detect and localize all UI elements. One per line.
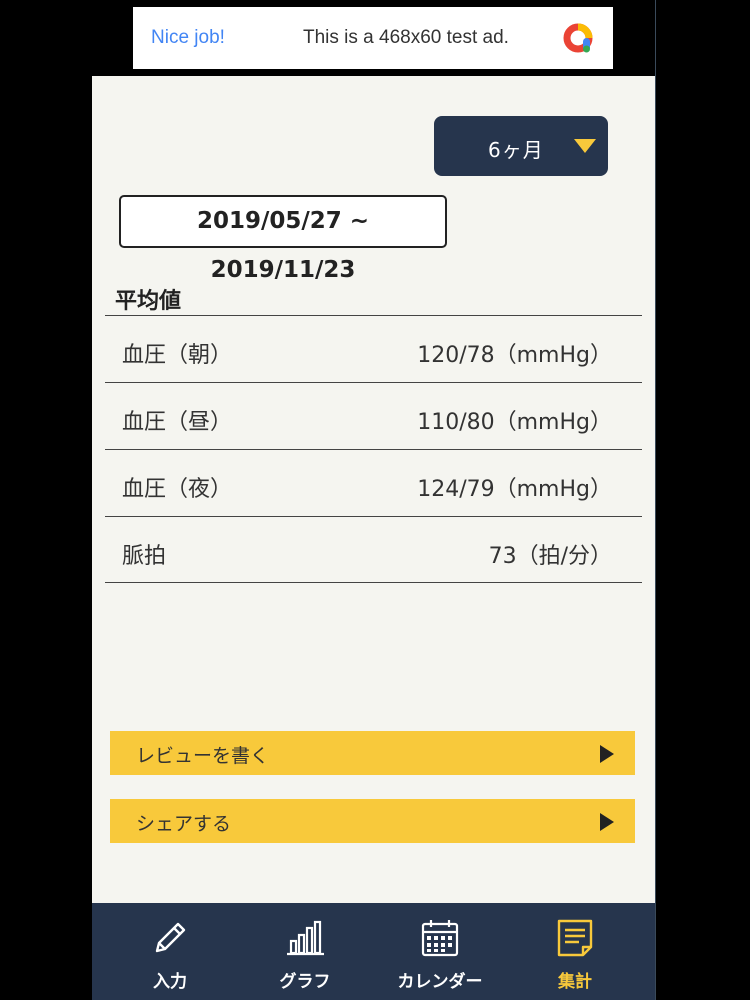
period-select-label: 6ヶ月 [488, 138, 544, 162]
app-screen: Nice job! This is a 468x60 test ad. 6ヶ月 … [92, 0, 655, 1000]
nav-calendar[interactable]: カレンダー [370, 903, 510, 1000]
row-value: 110/80（mmHg） [417, 410, 612, 435]
ad-text: This is a 468x60 test ad. [303, 27, 509, 48]
row-value: 120/78（mmHg） [417, 343, 612, 368]
nav-input-label: 入力 [153, 972, 187, 992]
share-label: シェアする [136, 813, 232, 835]
nav-summary[interactable]: 集計 [505, 903, 645, 1000]
row-label: 血圧（夜） [122, 477, 233, 502]
row-value: 124/79（mmHg） [417, 477, 612, 502]
average-row-bp-noon: 血圧（昼） 110/80（mmHg） [105, 382, 642, 449]
write-review-button[interactable]: レビューを書く [110, 731, 635, 775]
ad-banner[interactable]: Nice job! This is a 468x60 test ad. [133, 7, 613, 69]
share-button[interactable]: シェアする [110, 799, 635, 843]
averages-list: 血圧（朝） 120/78（mmHg） 血圧（昼） 110/80（mmHg） 血圧… [105, 315, 642, 583]
bottom-nav: 入力 グラフ カレンダー 集計 [92, 903, 655, 1000]
calendar-icon [421, 920, 459, 957]
average-row-bp-night: 血圧（夜） 124/79（mmHg） [105, 449, 642, 516]
averages-title: 平均値 [115, 289, 182, 314]
bar-chart-icon [287, 920, 324, 956]
screen-edge [655, 0, 656, 1000]
row-value: 73（拍/分） [488, 544, 612, 569]
note-icon [557, 919, 593, 957]
nav-graph[interactable]: グラフ [235, 903, 375, 1000]
period-select[interactable]: 6ヶ月 [434, 116, 608, 176]
nav-graph-label: グラフ [279, 972, 331, 992]
ad-title: Nice job! [151, 27, 225, 48]
triangle-right-icon [600, 813, 614, 831]
row-label: 血圧（昼） [122, 410, 233, 435]
date-range: 2019/05/27 ~ 2019/11/23 [119, 195, 447, 283]
nav-calendar-label: カレンダー [397, 972, 483, 992]
adsense-logo-icon [563, 23, 593, 53]
nav-input[interactable]: 入力 [100, 903, 240, 1000]
average-row-bp-morning: 血圧（朝） 120/78（mmHg） [105, 315, 642, 382]
triangle-right-icon [600, 745, 614, 763]
row-label: 脈拍 [122, 544, 167, 569]
ad-strip: Nice job! This is a 468x60 test ad. [92, 0, 655, 76]
triangle-down-icon [574, 139, 596, 153]
pencil-icon [155, 922, 186, 953]
average-row-pulse: 脈拍 73（拍/分） [105, 516, 642, 583]
row-label: 血圧（朝） [122, 343, 233, 368]
nav-summary-label: 集計 [558, 972, 592, 992]
write-review-label: レビューを書く [136, 745, 270, 767]
